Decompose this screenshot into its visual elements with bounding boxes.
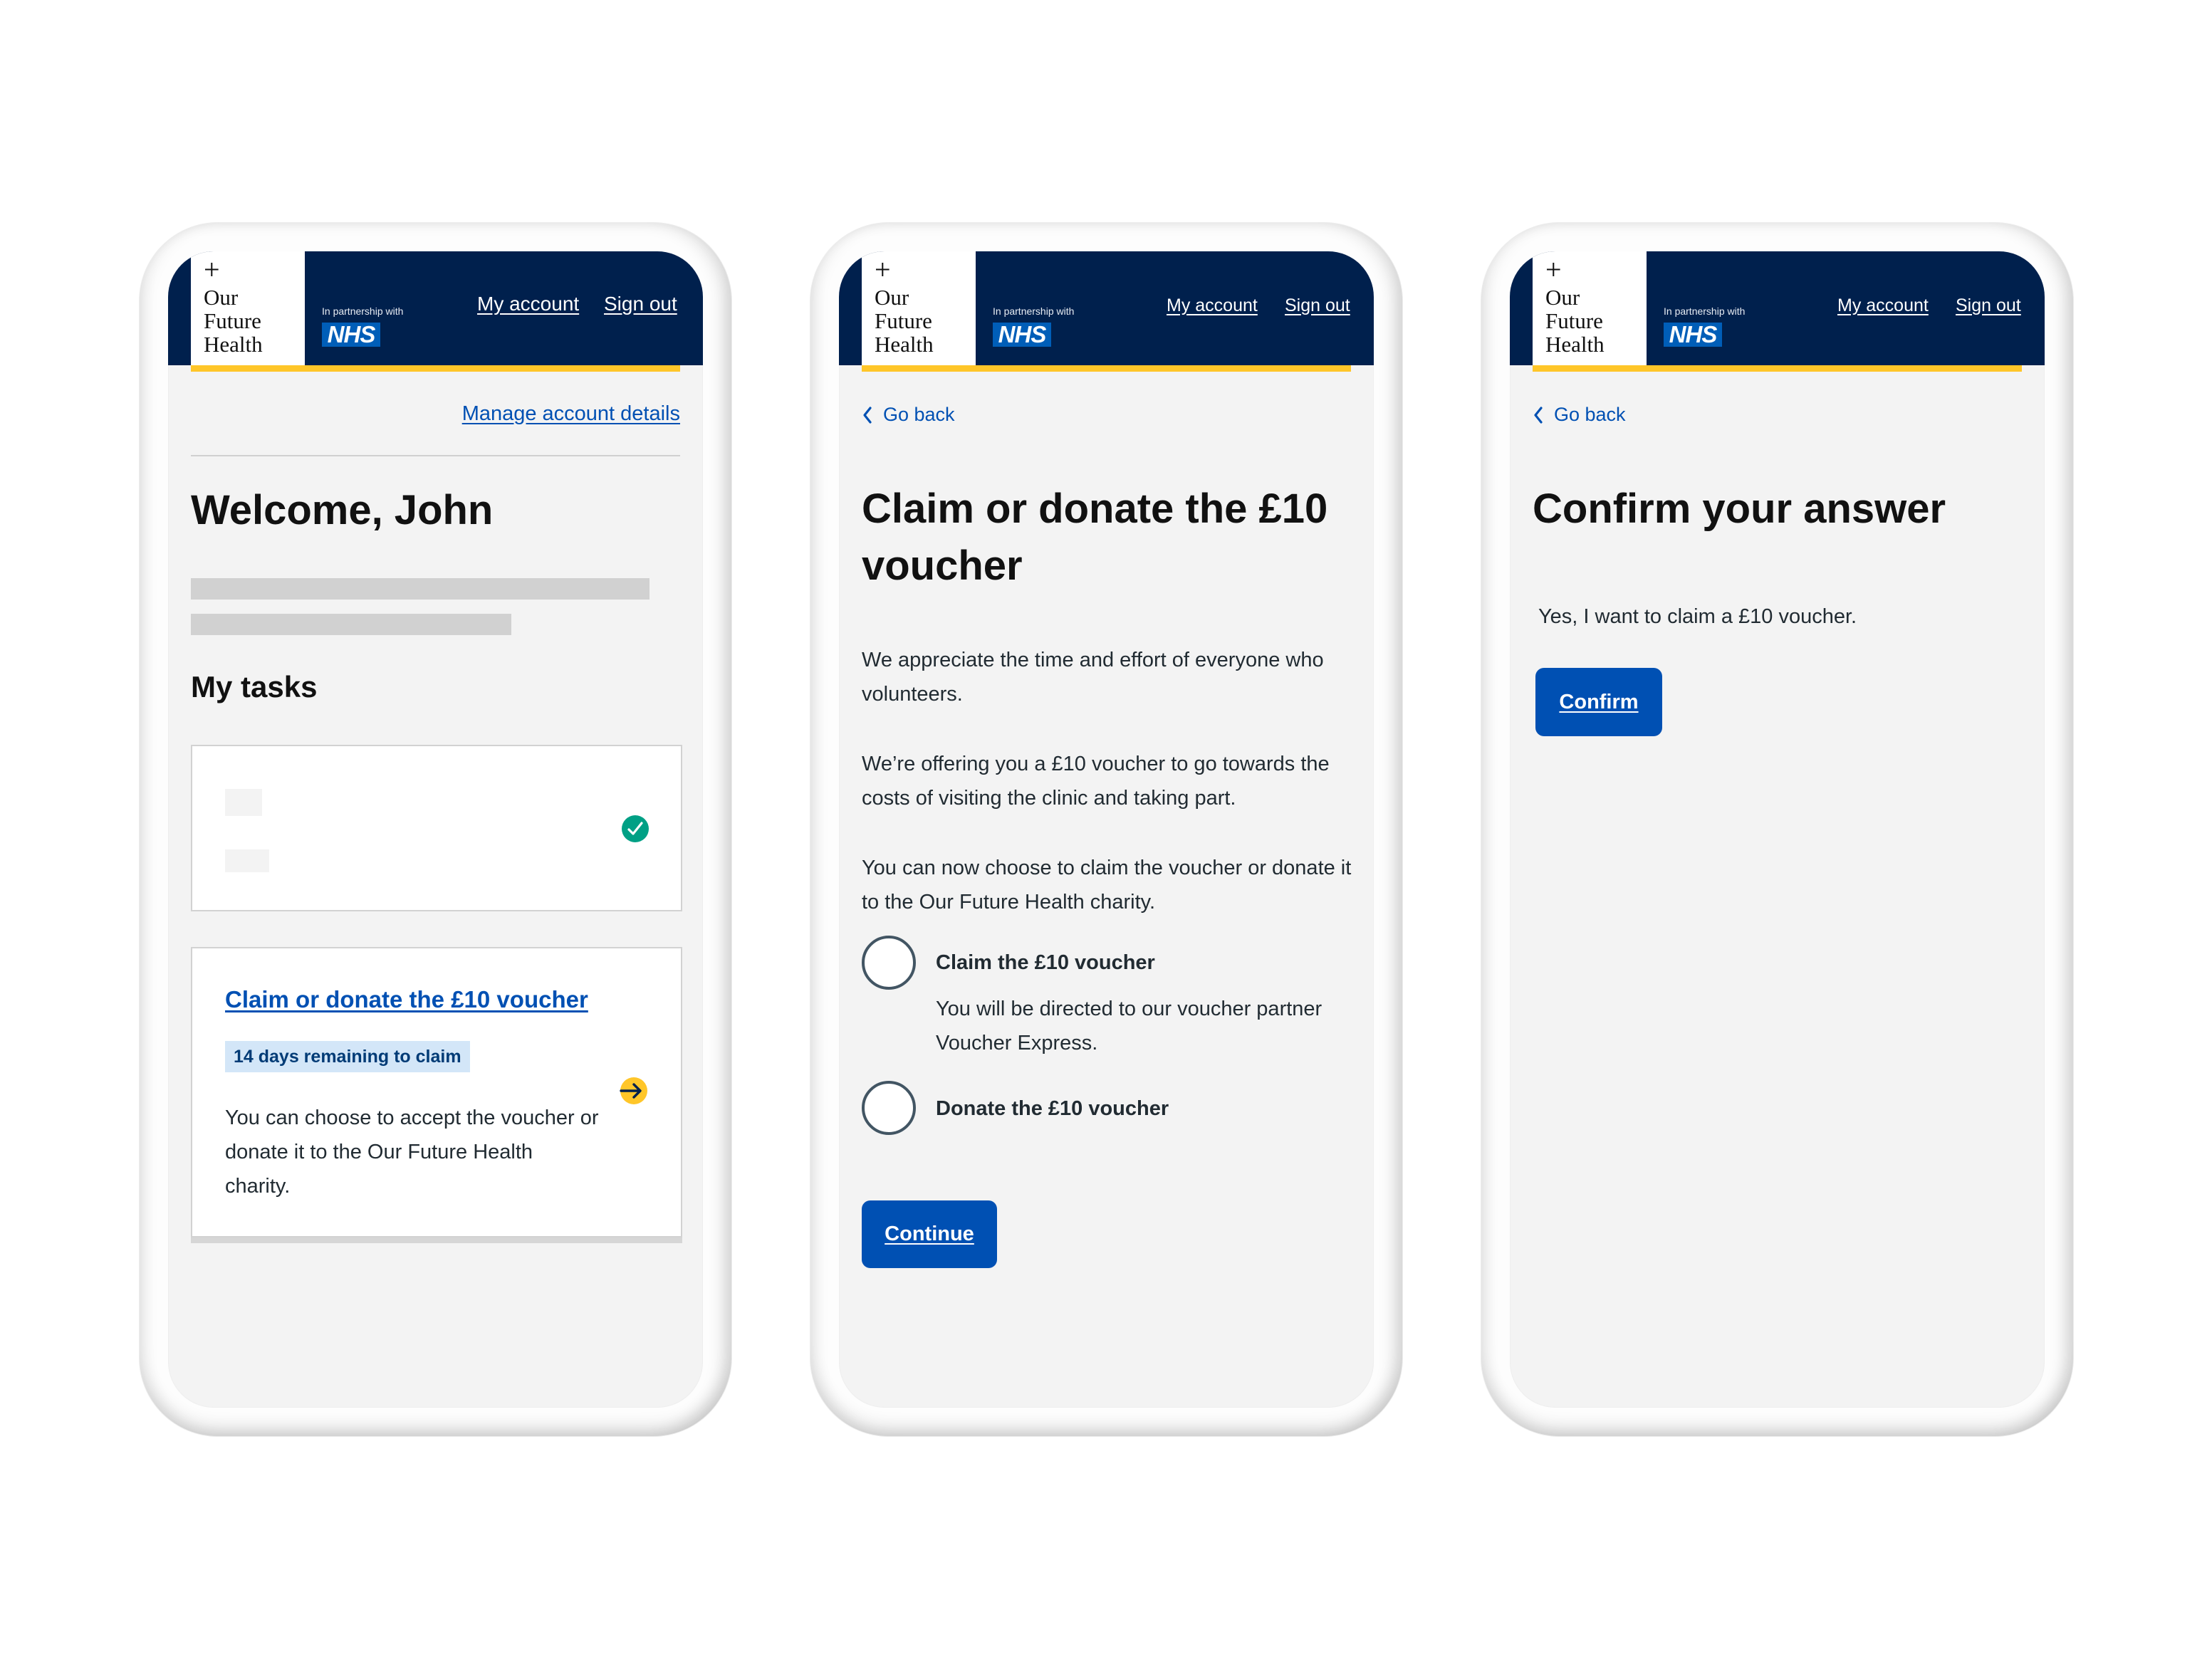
logo-plus-icon: + [875,253,891,286]
go-back-link[interactable]: Go back [1533,404,1626,426]
partner-label: In partnership with [322,305,404,317]
sign-out-link[interactable]: Sign out [604,293,677,315]
logo-line: Health [204,332,263,357]
site-header: + Our Future Health In partnership with … [839,251,1374,372]
logo-line: Future [875,308,932,333]
logo-plus-icon: + [1545,253,1562,286]
skeleton-block [225,849,269,872]
skeleton-line [191,578,649,600]
check-circle-icon [622,815,649,842]
chevron-left-icon [1534,406,1543,424]
section-divider [191,455,680,456]
screen-dashboard: + Our Future Health In partnership with … [168,251,703,1408]
nhs-logo: NHS [993,323,1051,347]
logo-line: Our [875,285,909,310]
radio-hint-claim: You will be directed to our voucher part… [936,998,1322,1054]
nhs-logo: NHS [322,323,380,347]
logo-line: Health [1545,332,1605,357]
task-card-completed[interactable] [191,745,682,911]
header-accent-bar [191,365,680,372]
header-accent-bar [862,365,1351,372]
partner-label: In partnership with [1664,305,1746,317]
logo-text: Our Future Health [875,286,934,356]
skeleton-block [225,789,262,816]
phone-frame-claim-or-donate: + Our Future Health In partnership with … [810,223,1402,1436]
task-card-voucher[interactable]: Claim or donate the £10 voucher 14 days … [191,947,682,1237]
sign-out-link[interactable]: Sign out [1956,295,2021,316]
manage-account-details-link[interactable]: Manage account details [462,402,680,426]
my-account-link[interactable]: My account [1837,295,1929,316]
radio-claim-voucher[interactable] [862,936,916,990]
my-account-link[interactable]: My account [1167,295,1258,316]
our-future-health-logo[interactable]: + Our Future Health [191,251,305,372]
logo-line: Future [1545,308,1603,333]
screen-claim-or-donate: + Our Future Health In partnership with … [839,251,1374,1408]
header-accent-bar [1533,365,2022,372]
screen-confirm-answer: + Our Future Health In partnership with … [1510,251,2045,1408]
page-title: Welcome, John [191,487,494,533]
phone-frame-confirm-answer: + Our Future Health In partnership with … [1481,223,2073,1436]
our-future-health-logo[interactable]: + Our Future Health [1533,251,1647,372]
site-header: + Our Future Health In partnership with … [168,251,703,372]
offer-paragraph: We’re offering you a £10 voucher to go t… [862,753,1330,810]
days-remaining-tag: 14 days remaining to claim [225,1041,470,1072]
radio-label-donate[interactable]: Donate the £10 voucher [936,1092,1169,1126]
answer-summary: Yes, I want to claim a £10 voucher. [1538,605,1857,628]
page-title: Claim or donate the £10 voucher [862,486,1328,589]
logo-line: Our [204,285,239,310]
page-title: Confirm your answer [1533,486,1946,532]
go-back-label: Go back [1554,404,1626,425]
radio-donate-voucher[interactable] [862,1081,916,1135]
choice-paragraph: You can now choose to claim the voucher … [862,857,1352,914]
logo-line: Future [204,308,261,333]
nhs-logo: NHS [1664,323,1722,347]
logo-line: Health [875,332,934,357]
skeleton-line [191,614,511,635]
continue-button[interactable]: Continue [862,1200,997,1268]
my-account-link[interactable]: My account [477,293,579,315]
phone-frame-dashboard: + Our Future Health In partnership with … [140,223,731,1436]
partner-label: In partnership with [993,305,1075,317]
logo-line: Our [1545,285,1580,310]
tasks-heading: My tasks [191,670,318,703]
our-future-health-logo[interactable]: + Our Future Health [862,251,976,372]
sign-out-link[interactable]: Sign out [1285,295,1350,316]
chevron-left-icon [863,406,872,424]
go-back-link[interactable]: Go back [862,404,955,426]
arrow-right-circle-icon[interactable] [620,1077,648,1105]
go-back-label: Go back [883,404,955,425]
task-description: You can choose to accept the voucher or … [225,1106,599,1198]
task-title-link[interactable]: Claim or donate the £10 voucher [225,984,588,1015]
site-header: + Our Future Health In partnership with … [1510,251,2045,372]
logo-plus-icon: + [204,253,220,286]
intro-paragraph: We appreciate the time and effort of eve… [862,649,1324,706]
confirm-button[interactable]: Confirm [1535,668,1662,736]
logo-text: Our Future Health [204,286,263,356]
logo-text: Our Future Health [1545,286,1605,356]
radio-label-claim[interactable]: Claim the £10 voucher [936,946,1155,980]
